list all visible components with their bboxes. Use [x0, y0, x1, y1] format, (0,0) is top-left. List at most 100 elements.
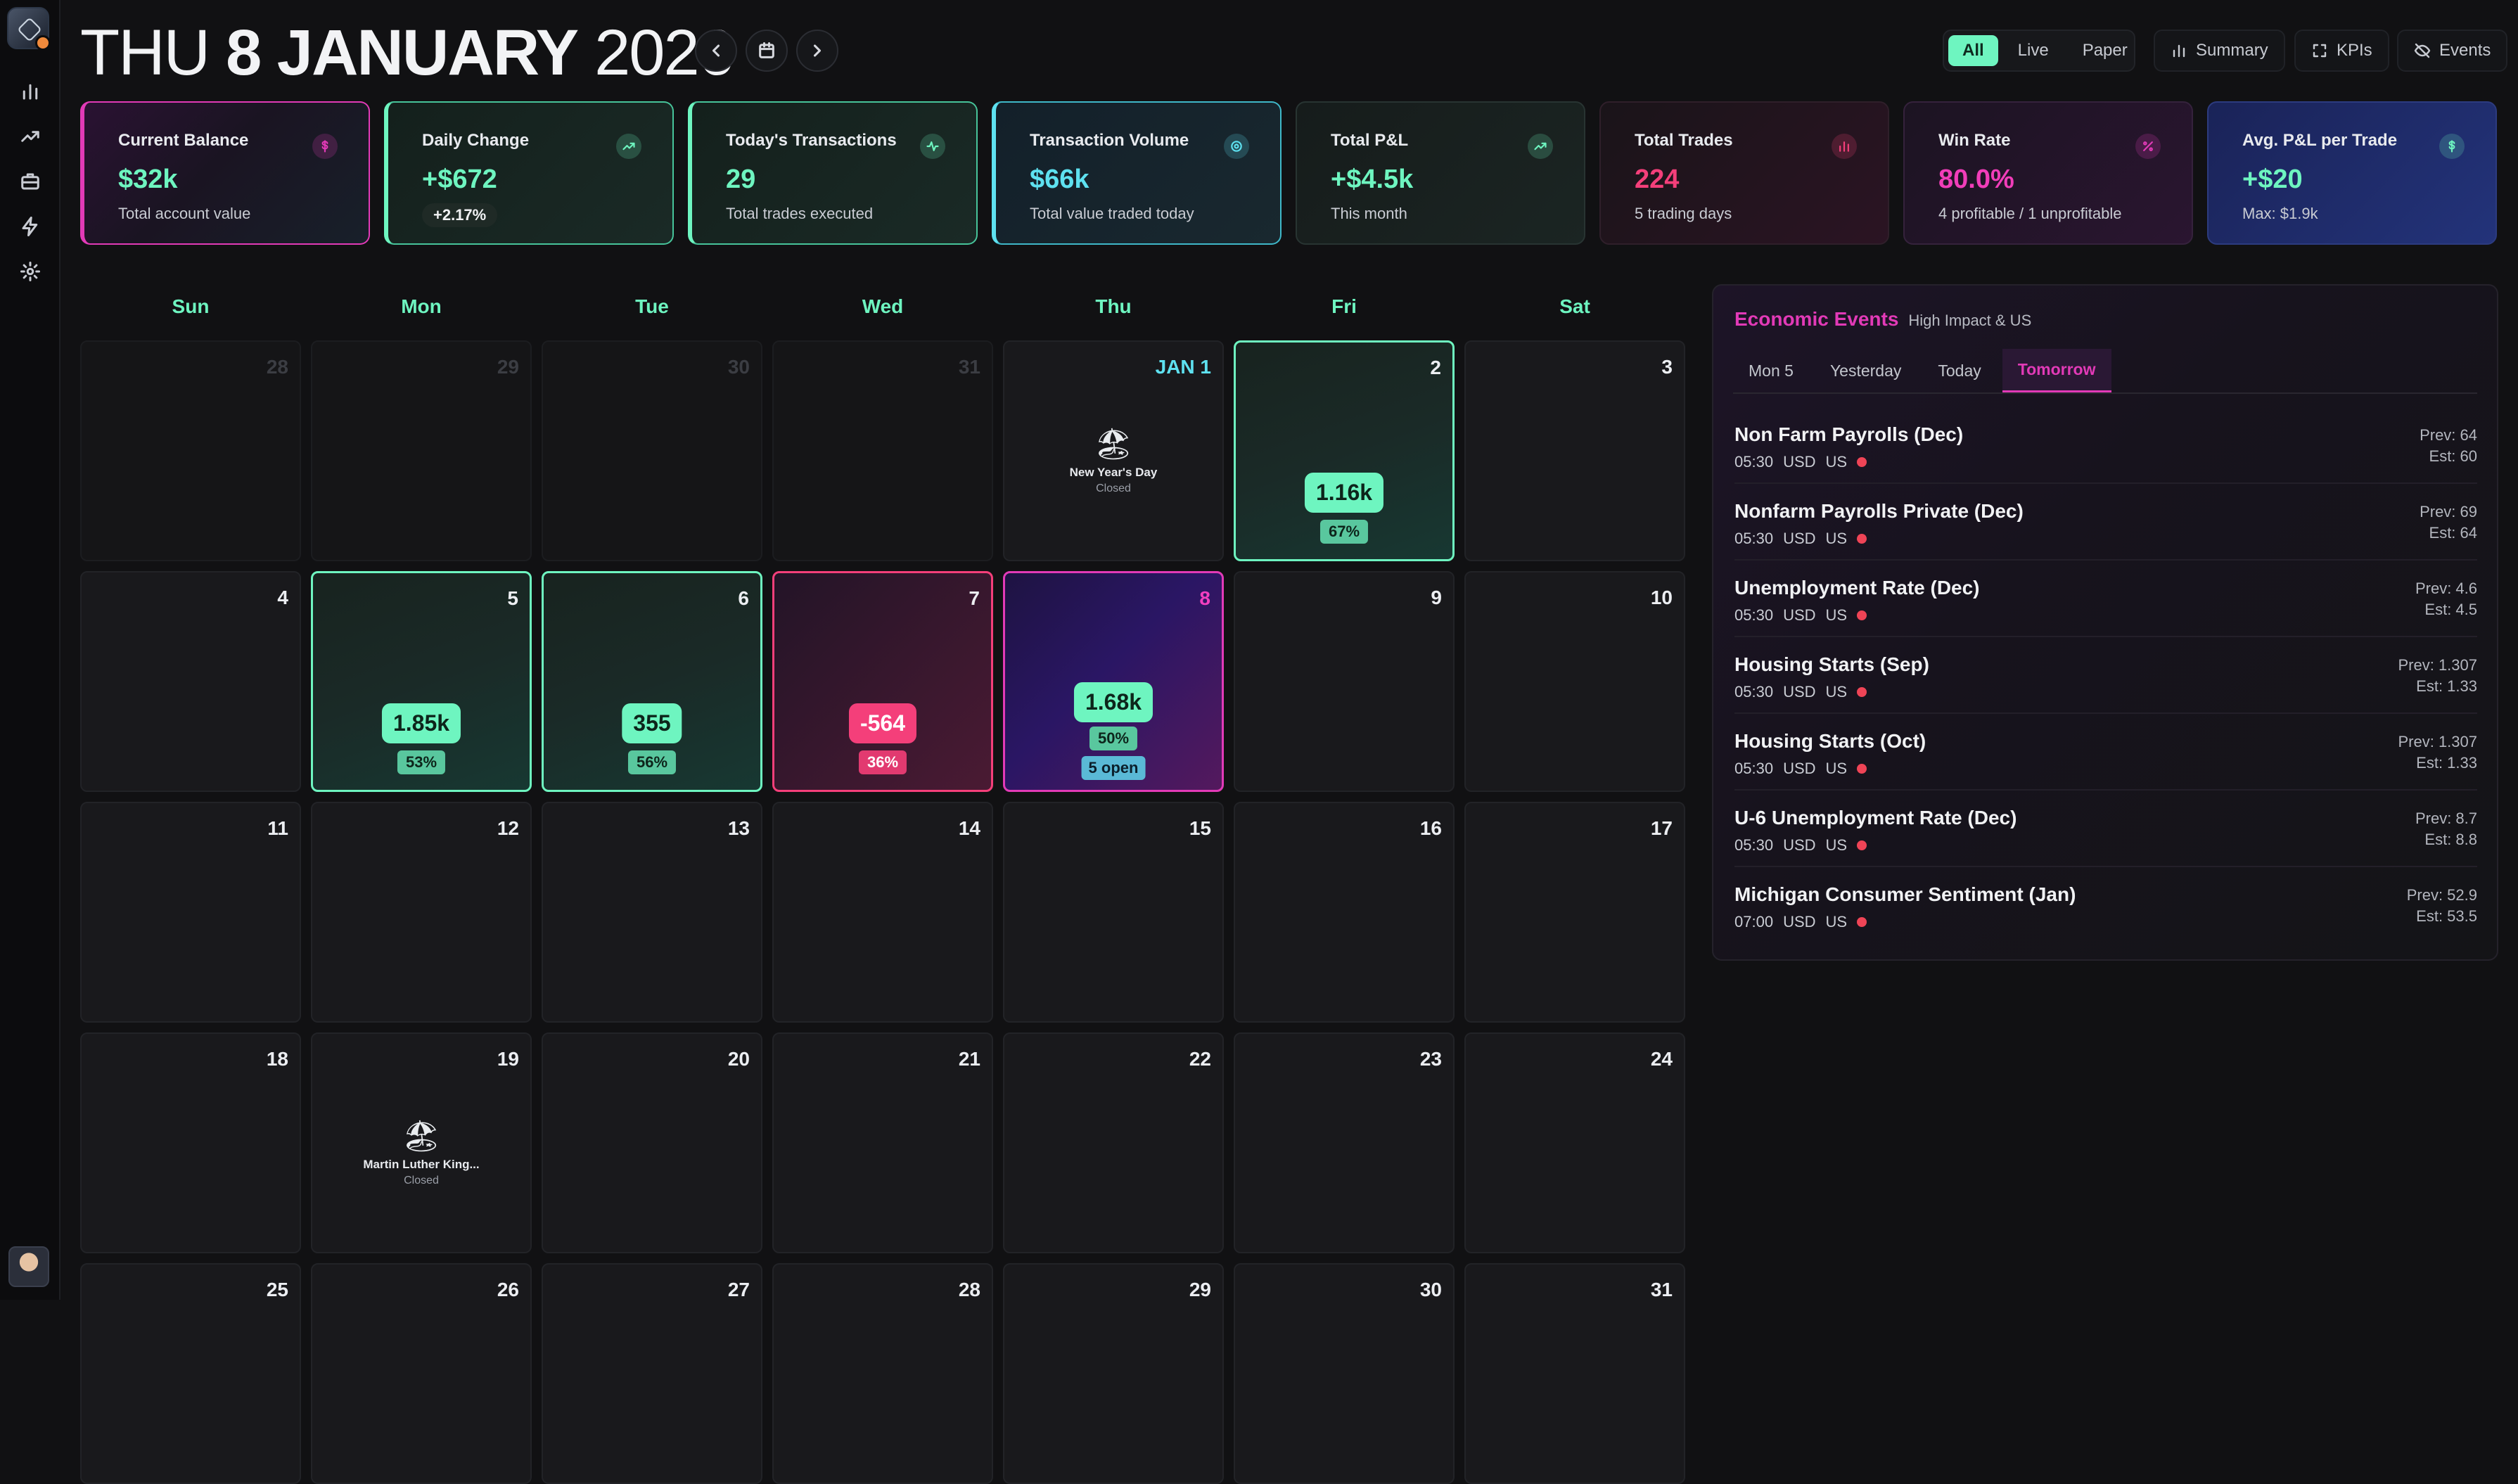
event-row[interactable]: Housing Starts (Oct) 05:30 USD US Prev: 1.30… [1734, 715, 2477, 791]
kpi-card-4[interactable]: Total P&L +$4.5k This month [1296, 101, 1585, 245]
event-row[interactable]: Housing Starts (Sep) 05:30 USD US Prev: 1.30… [1734, 638, 2477, 714]
calendar-day[interactable]: 31 [1464, 1263, 1685, 1484]
calendar-day[interactable]: 28 [80, 340, 301, 561]
kpi-card-1[interactable]: Daily Change +$672 +2.17% [384, 101, 674, 245]
filter-paper[interactable]: Paper [2069, 35, 2142, 66]
calendar-day[interactable]: 23 [1234, 1032, 1455, 1253]
event-meta: 05:30 USD US [1734, 453, 1867, 471]
calendar-day[interactable]: 17 [1464, 802, 1685, 1023]
events-tab-today[interactable]: Today [1922, 349, 1996, 392]
day-number: 31 [958, 356, 980, 378]
briefcase-icon[interactable] [18, 169, 43, 194]
kpi-card-7[interactable]: Avg. P&L per Trade +$20 Max: $1.9k [2207, 101, 2497, 245]
filter-all[interactable]: All [1948, 35, 1998, 66]
day-number: 26 [497, 1279, 519, 1300]
calendar-picker-button[interactable] [746, 30, 788, 72]
calendar-day[interactable]: 20 [542, 1032, 762, 1253]
bar-chart-icon[interactable] [18, 79, 43, 104]
percent-icon [2135, 134, 2161, 159]
event-time: 07:00 [1734, 913, 1774, 930]
event-row[interactable]: Michigan Consumer Sentiment (Jan) 07:00 US… [1734, 868, 2477, 944]
event-previous: Prev: 1.307 [2398, 656, 2477, 674]
day-number: 4 [277, 587, 288, 608]
calendar-day[interactable]: 21 [772, 1032, 993, 1253]
calendar-day[interactable]: 30 [542, 340, 762, 561]
events-tab-tomorrow[interactable]: Tomorrow [2002, 349, 2111, 392]
trend-up-icon[interactable] [18, 124, 43, 149]
calendar-day[interactable]: 25 [80, 1263, 301, 1484]
kpi-card-2[interactable]: Today's Transactions 29 Total trades execu… [688, 101, 978, 245]
calendar-day[interactable]: 3 [1464, 340, 1685, 561]
day-number: 6 [738, 587, 749, 609]
day-number: 16 [1419, 817, 1442, 839]
calendar-day[interactable]: 28 [772, 1263, 993, 1484]
calendar-day-today[interactable]: 8 1.68k 50% 5 open [1003, 571, 1224, 792]
calendar-day[interactable]: 14 [772, 802, 993, 1023]
calendar-day[interactable]: 29 [311, 340, 532, 561]
event-estimate: Est: 53.5 [2416, 907, 2477, 925]
events-tab-yesterday[interactable]: Yesterday [1815, 349, 1917, 392]
high-impact-dot-icon [1857, 610, 1867, 620]
kpi-card-6[interactable]: Win Rate 80.0% 4 profitable / 1 unprofitab… [1903, 101, 2193, 245]
kpi-card-3[interactable]: Transaction Volume $66k Total value traded… [992, 101, 1282, 245]
calendar-day[interactable]: 31 [772, 340, 993, 561]
event-row[interactable]: Non Farm Payrolls (Dec) 05:30 USD US Prev: 6… [1734, 408, 2477, 484]
calendar-day[interactable]: 15 [1003, 802, 1224, 1023]
calendar-day[interactable]: 26 [311, 1263, 532, 1484]
calendar-day[interactable]: 5 1.85k 53% [311, 571, 532, 792]
calendar-day[interactable]: 10 [1464, 571, 1685, 792]
day-pnl: 355 [622, 703, 682, 743]
event-row[interactable]: U-6 Unemployment Rate (Dec) 05:30 USD US Pre… [1734, 791, 2477, 867]
app-logo[interactable] [7, 7, 51, 51]
calendar-day[interactable]: 18 [80, 1032, 301, 1253]
summary-button[interactable]: Summary [2154, 30, 2285, 72]
weekday-header: Thu [1095, 295, 1132, 317]
calendar-day[interactable]: 24 [1464, 1032, 1685, 1253]
day-win-rate: 36% [858, 750, 907, 774]
event-estimate: Est: 8.8 [2424, 831, 2477, 848]
date-day-month: 8 JANUARY [226, 16, 579, 89]
calendar-day[interactable]: 27 [542, 1263, 762, 1484]
calendar-day[interactable]: 29 [1003, 1263, 1224, 1484]
calendar-day[interactable]: 11 [80, 802, 301, 1023]
calendar-day[interactable]: 16 [1234, 802, 1455, 1023]
lightning-icon[interactable] [18, 214, 43, 239]
calendar-day[interactable]: 19 🏖 Martin Luther King... Closed [311, 1032, 532, 1253]
day-number: 29 [1189, 1279, 1211, 1300]
user-avatar[interactable] [8, 1246, 49, 1287]
calendar-day[interactable]: 22 [1003, 1032, 1224, 1253]
calendar-day[interactable]: JAN 1 🏖 New Year's Day Closed [1003, 340, 1224, 561]
calendar-day[interactable]: 7 -564 36% [772, 571, 993, 792]
kpi-value: +$672 [422, 165, 497, 194]
calendar-day[interactable]: 6 355 56% [542, 571, 762, 792]
events-toggle-button[interactable]: Events [2397, 30, 2508, 72]
event-name: U-6 Unemployment Rate (Dec) [1734, 807, 2017, 829]
next-day-button[interactable] [796, 30, 838, 72]
filter-live[interactable]: Live [2004, 35, 2063, 66]
calendar-day[interactable]: 2 1.16k 67% [1234, 340, 1455, 561]
kpi-card-0[interactable]: Current Balance $32k Total account value [80, 101, 370, 245]
trend-up-icon [1528, 134, 1553, 159]
event-meta: 05:30 USD US [1734, 530, 1867, 548]
event-row[interactable]: Nonfarm Payrolls Private (Dec) 05:30 USD US… [1734, 485, 2477, 561]
prev-day-button[interactable] [695, 30, 737, 72]
holiday-name: New Year's Day [1069, 466, 1158, 479]
chevron-left-icon [712, 44, 720, 57]
calendar-day[interactable]: 9 [1234, 571, 1455, 792]
calendar-day[interactable]: 13 [542, 802, 762, 1023]
kpi-title: Win Rate [1938, 131, 2011, 150]
kpis-button[interactable]: KPIs [2294, 30, 2389, 72]
kpi-value: $32k [118, 165, 178, 194]
event-country: US [1825, 606, 1848, 624]
event-previous: Prev: 4.6 [2415, 580, 2477, 597]
calendar-day[interactable]: 12 [311, 802, 532, 1023]
kpi-card-5[interactable]: Total Trades 224 5 trading days [1599, 101, 1889, 245]
kpi-title: Transaction Volume [1030, 131, 1189, 150]
events-tab-mon-5[interactable]: Mon 5 [1733, 349, 1809, 392]
calendar-day[interactable]: 4 [80, 571, 301, 792]
gear-icon[interactable] [18, 259, 43, 284]
calendar-day[interactable]: 30 [1234, 1263, 1455, 1484]
kpi-value: 224 [1635, 165, 1680, 194]
event-row[interactable]: Unemployment Rate (Dec) 05:30 USD US Prev: 4… [1734, 561, 2477, 637]
weekday-header: Tue [635, 295, 669, 317]
